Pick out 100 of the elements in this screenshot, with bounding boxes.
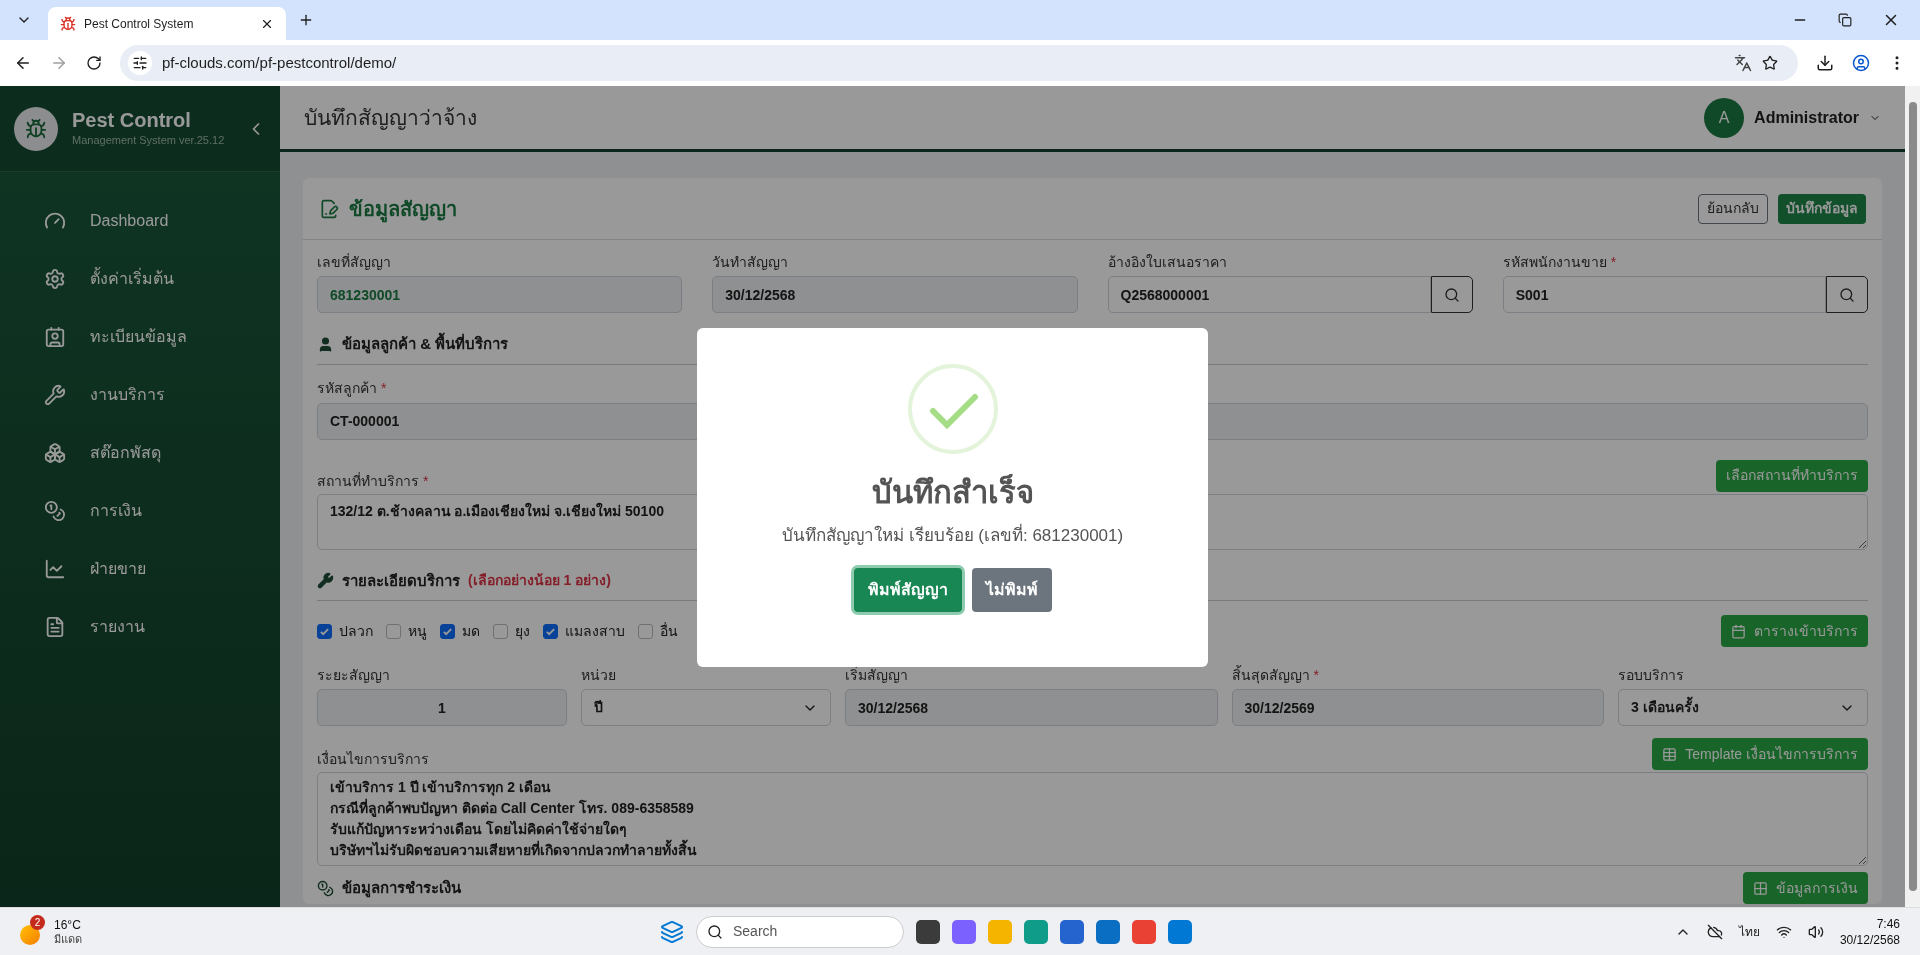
- search-icon: [707, 923, 723, 940]
- field-label: รหัสพนักงานขาย: [1502, 252, 1607, 272]
- address-bar[interactable]: pf-clouds.com/pf-pestcontrol/demo/: [120, 45, 1798, 81]
- checkbox-label: ยุง: [515, 621, 530, 642]
- boxes-icon: [44, 442, 66, 464]
- checkbox[interactable]: [638, 623, 653, 639]
- checkbox[interactable]: [543, 623, 558, 639]
- nav-item[interactable]: งานบริการ: [0, 366, 280, 424]
- new-tab-icon[interactable]: [298, 12, 314, 28]
- coins-icon: [317, 879, 334, 897]
- no-print-button[interactable]: ไม่พิมพ์: [971, 568, 1052, 612]
- profile-icon[interactable]: [1852, 54, 1870, 72]
- required-mark: *: [1313, 665, 1319, 685]
- print-button[interactable]: พิมพ์สัญญา: [853, 568, 962, 612]
- terms-textarea[interactable]: เข้าบริการ 1 ปี เข้าบริการทุก 2 เดือน กรณีที่ลูกค้าพบปัญหา ติดต่อ Call Center โทร. 089-6358589 รับแก้ปัญหาระหว่างเดือน โดยไม่คิดค่าใช้จ่ายใดๆ บริษัทฯไม่รับผิดชอบความเสียหายที่เกิดจากปลวกทำลายทั้งสิ้น: [317, 772, 1868, 866]
- checkbox-label: หนู: [408, 621, 427, 642]
- tools-icon: [317, 572, 334, 590]
- field-label: สิ้นสุดสัญญา: [1231, 664, 1310, 686]
- contact-card-icon: [44, 326, 66, 348]
- reload-icon[interactable]: [86, 55, 102, 71]
- nav-item[interactable]: ทะเบียนข้อมูล: [0, 308, 280, 366]
- search-button[interactable]: [1826, 276, 1868, 313]
- text-field[interactable]: Q2568000001: [1107, 276, 1431, 313]
- field-label: วันทำสัญญา: [712, 252, 789, 272]
- required-mark: *: [1610, 252, 1617, 272]
- coins-icon: [44, 500, 66, 522]
- field-label: รหัสลูกค้า: [317, 379, 377, 399]
- section-title: รายละเอียดบริการ: [342, 570, 460, 591]
- checkbox-label: แมลงสาบ: [565, 621, 625, 641]
- url-text: pf-clouds.com/pf-pestcontrol/demo/: [162, 52, 398, 73]
- browser-tab[interactable]: Pest Control System: [48, 7, 286, 40]
- field-label: รอบบริการ: [1618, 665, 1684, 685]
- translate-icon[interactable]: [1734, 54, 1752, 72]
- field-label: สถานที่ทำบริการ: [317, 471, 419, 491]
- forward-icon[interactable]: [50, 54, 68, 72]
- app-icon[interactable]: [1096, 919, 1120, 944]
- section-note: (เลือกอย่างน้อย 1 อย่าง): [468, 571, 611, 591]
- nav-item[interactable]: ฝ่ายขาย: [0, 540, 280, 598]
- download-icon[interactable]: [1816, 54, 1834, 72]
- language-indicator[interactable]: ไทย: [1738, 922, 1760, 941]
- text-field[interactable]: 30/12/2568: [845, 689, 1218, 726]
- nav-item[interactable]: ตั้งค่าเริ่มต้น: [0, 250, 280, 308]
- site-settings-icon[interactable]: [128, 51, 152, 75]
- select-field[interactable]: ปี: [581, 689, 831, 726]
- dialog-message: บันทึกสัญญาใหม่ เรียบร้อย (เลขที่: 681230001): [781, 522, 1124, 547]
- brand-title: Pest Control: [72, 108, 192, 133]
- nav-item[interactable]: รายงาน: [0, 598, 280, 656]
- restore-icon[interactable]: [1838, 13, 1852, 27]
- text-field[interactable]: 681230001: [317, 276, 683, 313]
- text-field[interactable]: 30/12/2568: [712, 276, 1078, 313]
- page-title: บันทึกสัญญาว่าจ้าง: [304, 104, 478, 132]
- nav-item[interactable]: Dashboard: [0, 192, 280, 250]
- checkbox-label: อื่น: [660, 621, 678, 641]
- weather-condition: มีแดด: [54, 931, 82, 946]
- search-button[interactable]: [1430, 276, 1473, 313]
- field-label: เลขที่สัญญา: [317, 252, 391, 272]
- volume-icon[interactable]: [1807, 923, 1824, 940]
- app-icon[interactable]: [916, 919, 940, 944]
- bug-icon: [60, 15, 76, 32]
- text-field[interactable]: 1: [317, 689, 567, 726]
- text-field[interactable]: S001: [1502, 276, 1826, 313]
- clock[interactable]: 7:46 30/12/2568: [1839, 915, 1900, 948]
- save-button[interactable]: บันทึกข้อมูล: [1778, 193, 1866, 224]
- user-name: Administrator: [1754, 107, 1859, 128]
- checkbox[interactable]: [317, 623, 332, 639]
- table-icon: [1753, 880, 1768, 896]
- back-icon[interactable]: [14, 54, 32, 72]
- back-button[interactable]: ย้อนกลับ: [1698, 193, 1768, 224]
- document-icon: [319, 198, 339, 219]
- search-icon: [1443, 286, 1460, 303]
- checkbox[interactable]: [440, 623, 455, 639]
- tools-icon: [44, 384, 66, 406]
- text-field[interactable]: 30/12/2569: [1231, 689, 1604, 726]
- section-title: ข้อมูลลูกค้า & พื้นที่บริการ: [342, 333, 509, 356]
- user-menu[interactable]: A Administrator: [1704, 97, 1881, 138]
- user-avatar: A: [1704, 97, 1745, 138]
- field-label: เริ่มสัญญา: [845, 665, 908, 685]
- calendar-icon: [1731, 623, 1746, 639]
- field-label: เงื่อนไขการบริการ: [317, 749, 429, 769]
- section-title: ข้อมูลการชำระเงิน: [342, 877, 461, 900]
- notification-badge: 2: [30, 914, 45, 930]
- tab-title: Pest Control System: [84, 15, 195, 33]
- app-icon[interactable]: [1060, 919, 1084, 944]
- field-label: อ้างอิงใบเสนอราคา: [1107, 252, 1227, 272]
- select-field[interactable]: 3 เดือนครั้ง: [1618, 689, 1868, 726]
- cloud-off-icon[interactable]: [1706, 923, 1723, 940]
- checkbox[interactable]: [493, 623, 508, 639]
- required-mark: *: [423, 472, 429, 491]
- card-title: ข้อมูลสัญญา: [349, 193, 1688, 224]
- bookmark-star-icon[interactable]: [1762, 55, 1778, 71]
- document-icon: [44, 616, 66, 638]
- nav-item[interactable]: สต๊อกพัสดุ: [0, 424, 280, 482]
- brand-subtitle: Management System ver.25.12: [72, 133, 226, 149]
- weather-icon[interactable]: [20, 924, 40, 945]
- bug-icon: [25, 117, 47, 140]
- search-icon: [1839, 286, 1855, 303]
- taskbar-search[interactable]: Search: [696, 915, 904, 948]
- nav-item[interactable]: การเงิน: [0, 482, 280, 540]
- checkbox[interactable]: [386, 623, 401, 639]
- line-chart-icon: [44, 558, 66, 580]
